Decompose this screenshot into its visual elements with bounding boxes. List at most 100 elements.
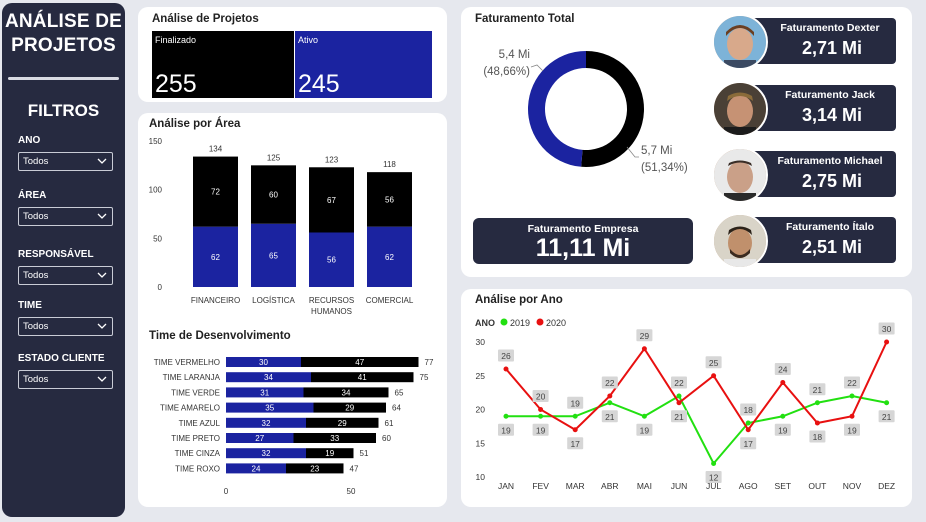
y-tick-label: 30	[476, 337, 486, 347]
data-point	[849, 413, 855, 419]
faturamento-empresa-card[interactable]: Faturamento Empresa 11,11 Mi	[473, 218, 693, 264]
donut-slice	[528, 51, 586, 167]
finalizado-kpi[interactable]: Finalizado 255	[152, 31, 294, 98]
data-point	[814, 420, 820, 426]
estado-cliente-dropdown[interactable]: Todos	[18, 370, 113, 389]
area-time-charts: 0 50 100 150 62 72 134 FINANCEIRO 65 60 125 LOGÍSTI…	[149, 137, 434, 496]
slice-pct-label: (51,34%)	[641, 162, 688, 174]
data-point	[538, 407, 544, 412]
y-tick-label: 150	[149, 137, 163, 146]
bar-data-label: 29	[345, 404, 354, 413]
bar-data-label: 32	[262, 419, 271, 428]
bar-total-label: 60	[382, 434, 391, 443]
avatar-dexter	[712, 14, 768, 70]
data-point	[676, 393, 682, 399]
bar-data-label: 31	[260, 388, 269, 397]
data-point	[814, 400, 820, 406]
data-point	[676, 400, 682, 406]
y-tick-label: 25	[476, 371, 486, 381]
data-label: 18	[743, 405, 753, 415]
legend-marker	[536, 318, 544, 326]
person-icon	[714, 16, 766, 68]
faturamento-jack-card[interactable]: Faturamento Jack 3,14 Mi	[746, 85, 896, 131]
faturamento-italo-card[interactable]: Faturamento Ítalo 2,51 Mi	[746, 217, 896, 263]
data-label: 17	[743, 439, 753, 449]
team-label: TIME PRETO	[171, 434, 220, 443]
donut-slice	[581, 51, 645, 167]
data-label: 19	[501, 425, 511, 435]
data-point	[780, 380, 786, 385]
y-tick-label: 50	[153, 234, 162, 243]
ano-dropdown[interactable]: Todos	[18, 152, 113, 171]
slice-pct-label: (48,66%)	[483, 66, 530, 78]
avatar-jack	[712, 81, 768, 137]
area-dropdown[interactable]: Todos	[18, 207, 113, 226]
ativo-kpi[interactable]: Ativo 245	[295, 31, 432, 98]
data-label: 29	[640, 331, 650, 341]
person-icon	[714, 83, 766, 135]
bar-data-label: 19	[325, 449, 334, 458]
filter-time: TIME Todos	[18, 300, 113, 336]
bar-data-label: 30	[259, 358, 268, 367]
y-tick-label: 100	[149, 186, 163, 195]
data-point	[503, 366, 509, 372]
bar-data-label: 35	[265, 404, 274, 413]
sidebar-divider	[8, 77, 119, 80]
data-label: 20	[536, 392, 546, 402]
data-point	[641, 413, 647, 419]
bar-total-label: 47	[350, 464, 359, 473]
data-point	[780, 413, 786, 419]
time-dropdown[interactable]: Todos	[18, 317, 113, 336]
data-point	[711, 461, 717, 466]
x-tick-label: MAR	[566, 481, 585, 491]
person-icon	[714, 215, 766, 267]
bar-data-label: 72	[211, 188, 220, 197]
bar-total-label: 77	[425, 358, 434, 367]
data-point	[745, 420, 751, 426]
team-label: TIME VERDE	[171, 388, 220, 397]
bar-total-label: 134	[209, 145, 223, 154]
team-label: TIME VERMELHO	[154, 358, 220, 367]
bar-total-label: 64	[392, 404, 401, 413]
bar-total-label: 75	[420, 373, 429, 382]
data-label: 30	[882, 324, 892, 334]
data-point	[607, 400, 613, 406]
bar-total-label: 118	[383, 160, 396, 169]
x-tick-label: RECURSOS	[309, 296, 354, 305]
responsavel-dropdown[interactable]: Todos	[18, 266, 113, 285]
team-label: TIME AZUL	[179, 419, 221, 428]
filter-estado-cliente: ESTADO CLIENTE Todos	[18, 353, 113, 389]
bar-data-label: 33	[330, 434, 339, 443]
legend-label: 2019	[510, 318, 530, 328]
filter-ano: ANO Todos	[18, 135, 113, 171]
legend-marker	[500, 318, 508, 326]
bar-total-label: 125	[267, 153, 281, 162]
data-label: 26	[501, 351, 511, 361]
y-tick-label: 20	[476, 405, 486, 415]
filters-sidebar: ANÁLISE DE PROJETOS FILTROS ANO Todos ÁR…	[2, 3, 125, 517]
filters-heading: FILTROS	[27, 101, 100, 120]
x-tick-label: COMERCIAL	[366, 296, 414, 305]
data-label: 21	[813, 385, 823, 395]
year-card: Análise por Ano ANO 2019 2020 10 15 20 25 30 JAN…	[461, 289, 912, 507]
data-label: 21	[605, 412, 615, 422]
bar-data-label: 27	[255, 434, 264, 443]
chevron-down-icon	[97, 272, 107, 278]
faturamento-dexter-card[interactable]: Faturamento Dexter 2,71 Mi	[746, 18, 896, 64]
bar-data-label: 34	[264, 373, 273, 382]
legend-title: ANO	[475, 318, 495, 328]
faturamento-michael-card[interactable]: Faturamento Michael 2,75 Mi	[746, 151, 896, 197]
chevron-down-icon	[97, 323, 107, 329]
bar-data-label: 65	[269, 251, 278, 260]
bar-data-label: 62	[385, 253, 394, 262]
data-label: 25	[709, 358, 719, 368]
data-point	[884, 339, 890, 345]
data-label: 22	[847, 378, 857, 388]
bar-data-label: 23	[310, 464, 319, 473]
avatar-michael	[712, 147, 768, 203]
data-label: 24	[778, 365, 788, 375]
data-point	[641, 346, 647, 352]
bar-total-label: 61	[385, 419, 394, 428]
team-label: TIME LARANJA	[163, 373, 221, 382]
data-point	[849, 393, 855, 399]
